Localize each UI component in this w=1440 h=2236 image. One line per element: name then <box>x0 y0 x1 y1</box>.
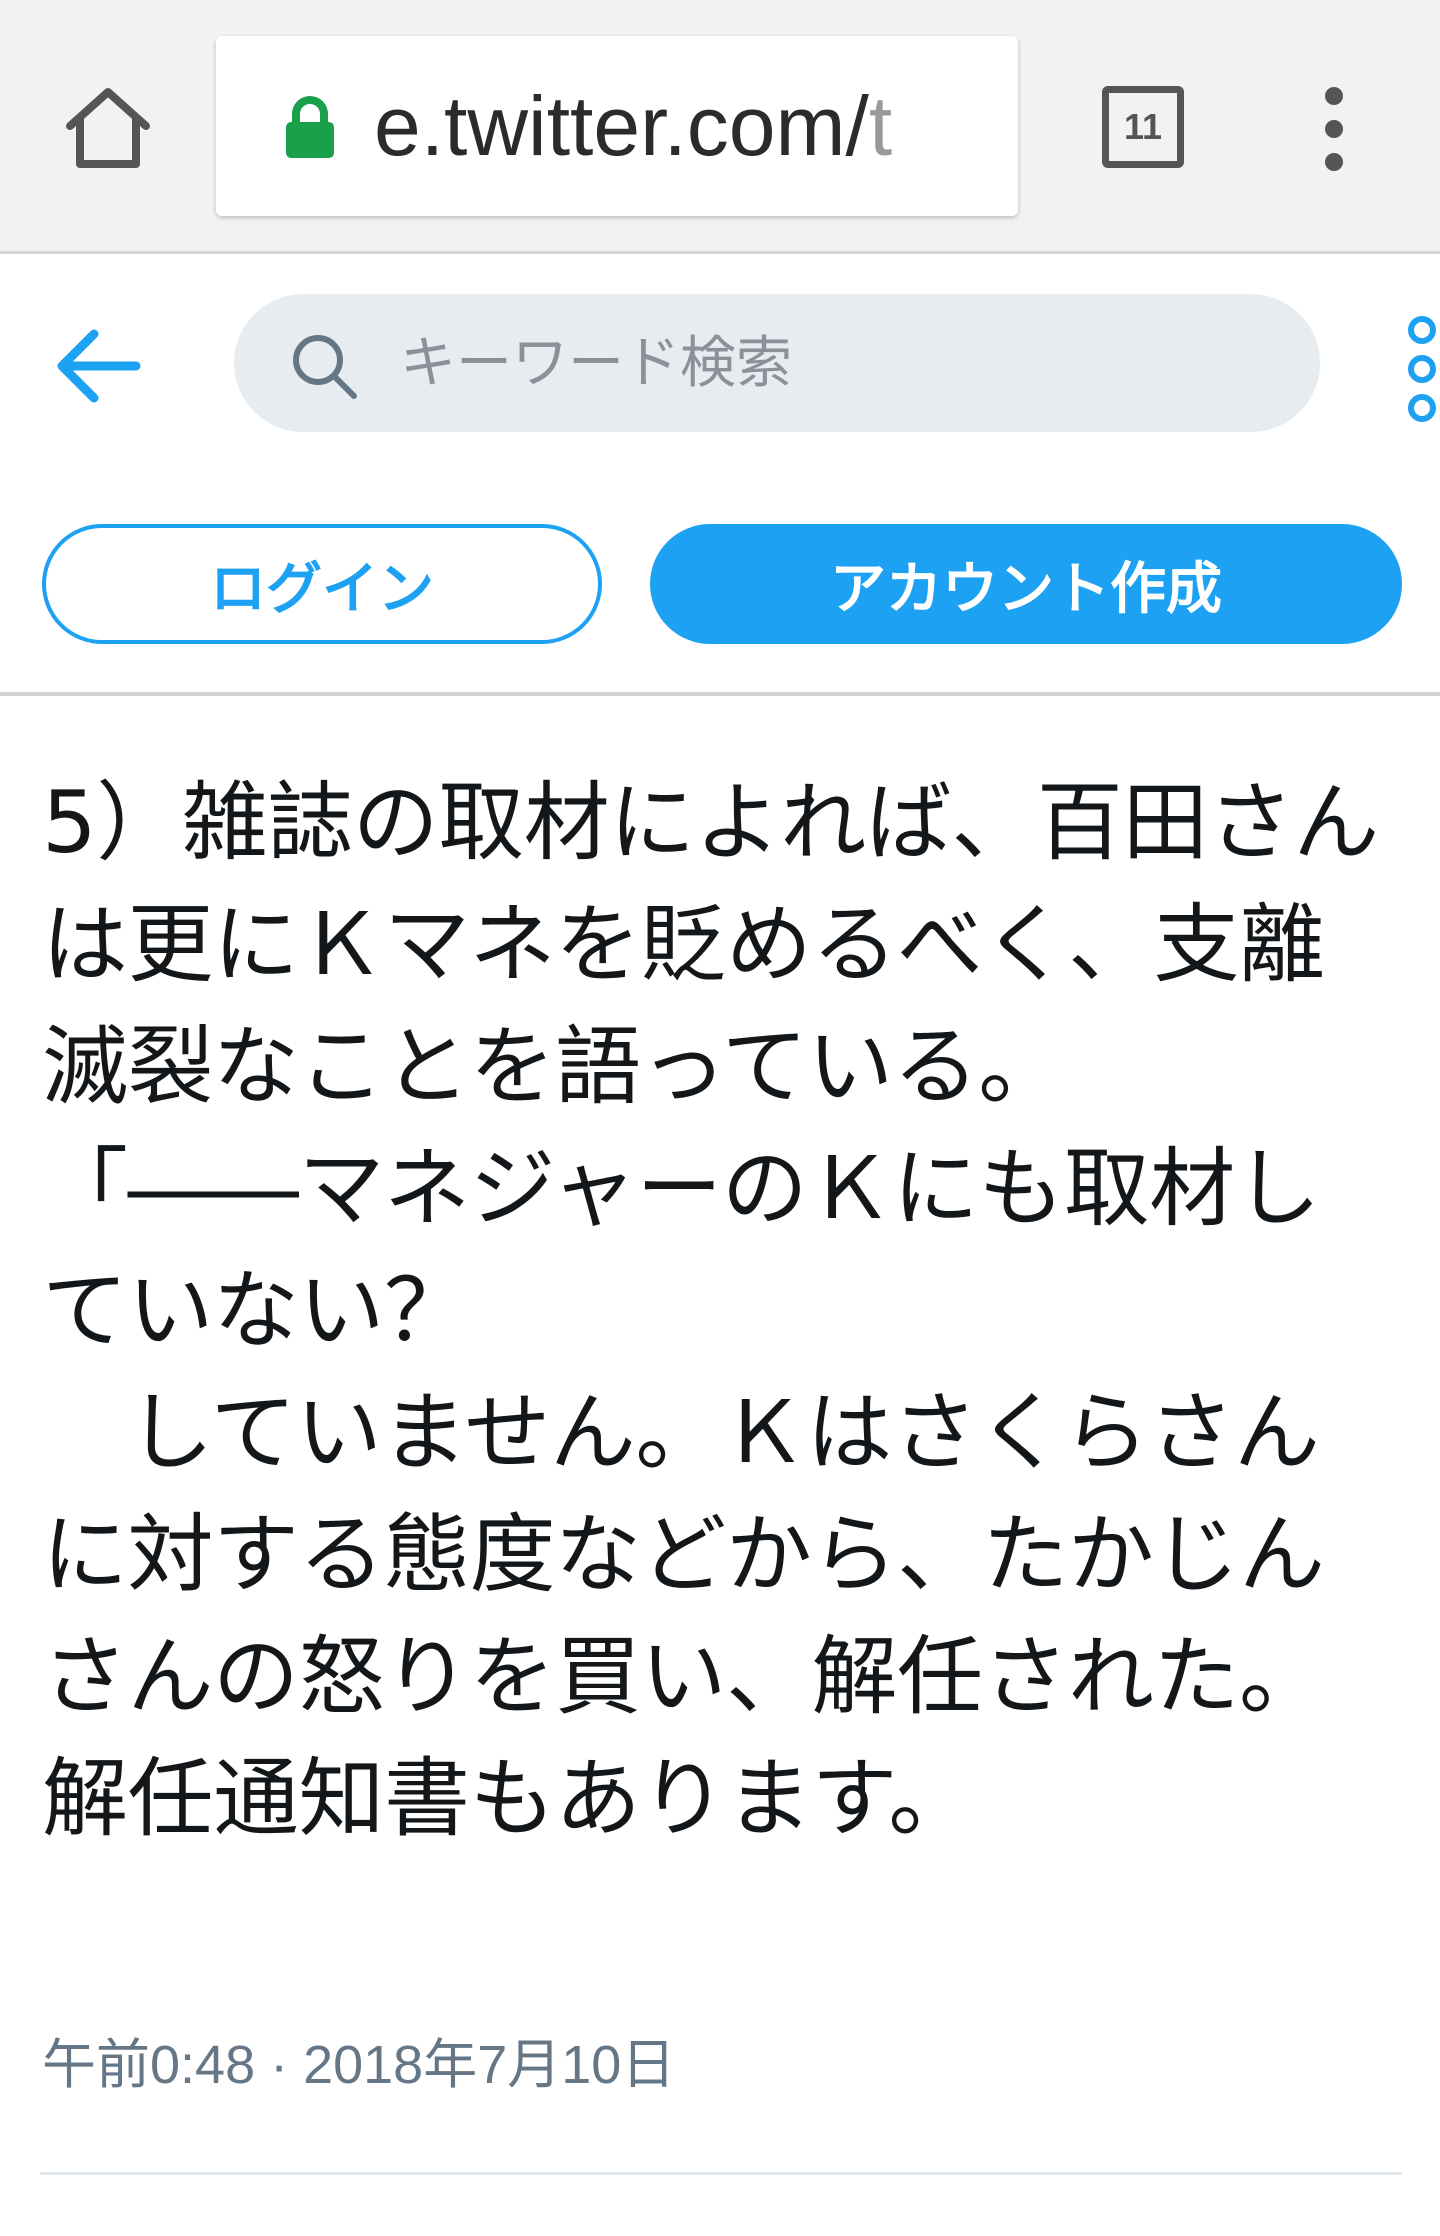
signup-button[interactable]: アカウント作成 <box>650 524 1402 644</box>
lock-icon <box>282 94 338 160</box>
tabs-icon[interactable]: 11 <box>1102 86 1184 168</box>
tweet-divider <box>40 2172 1402 2175</box>
address-bar[interactable]: e.twitter.com/t <box>216 36 1018 216</box>
browser-toolbar: e.twitter.com/t 11 <box>0 0 1440 254</box>
tweet-text: 5）雑誌の取材によれば、百田さんは更にＫマネを貶めるべく、支離滅裂なことを語って… <box>42 773 1379 1849</box>
kebab-menu-icon[interactable] <box>1314 84 1354 174</box>
more-vertical-icon[interactable] <box>1404 314 1440 424</box>
search-input[interactable] <box>400 318 1280 408</box>
login-button-label: ログイン <box>210 556 434 622</box>
tweet-timestamp[interactable]: 午前0:48 · 2018年7月10日 <box>42 2030 675 2100</box>
search-icon <box>288 330 360 402</box>
signup-button-label: アカウント作成 <box>830 556 1222 622</box>
arrow-left-icon[interactable] <box>52 320 144 412</box>
login-button[interactable]: ログイン <box>42 524 602 644</box>
tab-count: 11 <box>1123 106 1163 147</box>
url-text[interactable]: e.twitter.com/t <box>374 78 892 174</box>
search-bar[interactable] <box>234 294 1320 432</box>
header-divider <box>0 692 1440 696</box>
home-icon[interactable] <box>60 80 156 176</box>
url-host: e.twitter.com/ <box>374 79 869 173</box>
url-path: t <box>868 79 893 173</box>
